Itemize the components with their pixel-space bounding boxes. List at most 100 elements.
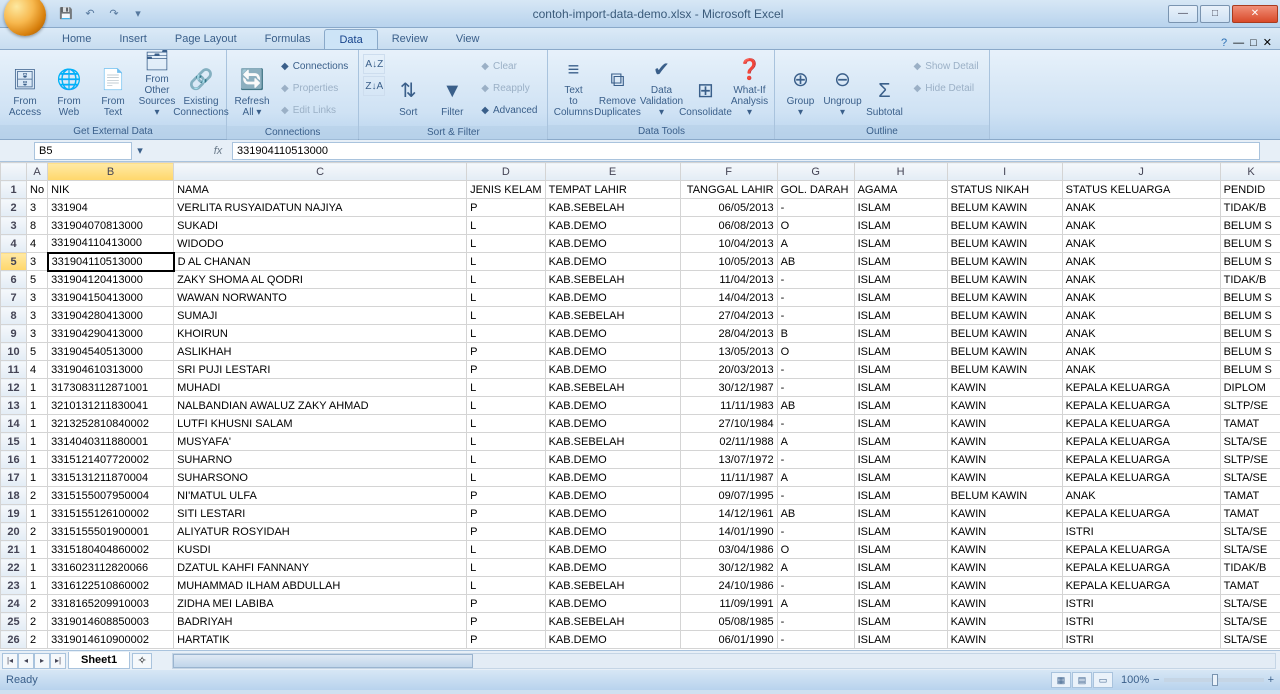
cell-20-4[interactable]: KAB.DEMO	[545, 523, 680, 541]
cell-12-1[interactable]: 3173083112871001	[48, 379, 174, 397]
cell-6-2[interactable]: ZAKY SHOMA AL QODRI	[174, 271, 467, 289]
tab-view[interactable]: View	[442, 29, 494, 49]
cell-header[interactable]: STATUS KELUARGA	[1062, 181, 1220, 199]
subtotal-button[interactable]: ΣSubtotal	[863, 54, 905, 120]
cell-21-9[interactable]: KEPALA KELUARGA	[1062, 541, 1220, 559]
cell-22-8[interactable]: KAWIN	[947, 559, 1062, 577]
cell-19-0[interactable]: 1	[27, 505, 48, 523]
cell-11-2[interactable]: SRI PUJI LESTARI	[174, 361, 467, 379]
row-header-17[interactable]: 17	[1, 469, 27, 487]
cell-header[interactable]: TEMPAT LAHIR	[545, 181, 680, 199]
cell-18-0[interactable]: 2	[27, 487, 48, 505]
cell-3-3[interactable]: L	[467, 217, 546, 235]
cell-11-5[interactable]: 20/03/2013	[680, 361, 777, 379]
cell-19-1[interactable]: 3315155126100002	[48, 505, 174, 523]
cell-7-10[interactable]: BELUM S	[1220, 289, 1280, 307]
cell-2-1[interactable]: 331904	[48, 199, 174, 217]
cell-6-9[interactable]: ANAK	[1062, 271, 1220, 289]
cell-13-3[interactable]: L	[467, 397, 546, 415]
cell-11-6[interactable]: -	[777, 361, 854, 379]
cell-15-0[interactable]: 1	[27, 433, 48, 451]
row-header-1[interactable]: 1	[1, 181, 27, 199]
cell-21-4[interactable]: KAB.DEMO	[545, 541, 680, 559]
cell-14-3[interactable]: L	[467, 415, 546, 433]
cell-19-10[interactable]: TAMAT	[1220, 505, 1280, 523]
cell-26-6[interactable]: -	[777, 631, 854, 649]
what-if-analysis--button[interactable]: ❓What-IfAnalysis ▾	[728, 54, 770, 120]
cell-17-10[interactable]: SLTA/SE	[1220, 469, 1280, 487]
col-header-J[interactable]: J	[1062, 163, 1220, 181]
cell-11-8[interactable]: BELUM KAWIN	[947, 361, 1062, 379]
cell-25-8[interactable]: KAWIN	[947, 613, 1062, 631]
cell-17-6[interactable]: A	[777, 469, 854, 487]
cell-21-5[interactable]: 03/04/1986	[680, 541, 777, 559]
cell-22-10[interactable]: TIDAK/B	[1220, 559, 1280, 577]
row-header-5[interactable]: 5	[1, 253, 27, 271]
cell-10-4[interactable]: KAB.DEMO	[545, 343, 680, 361]
cell-6-3[interactable]: L	[467, 271, 546, 289]
cell-24-6[interactable]: A	[777, 595, 854, 613]
col-header-A[interactable]: A	[27, 163, 48, 181]
cell-16-0[interactable]: 1	[27, 451, 48, 469]
ungroup--button[interactable]: ⊖Ungroup▾	[821, 54, 863, 120]
cell-25-6[interactable]: -	[777, 613, 854, 631]
cell-8-2[interactable]: SUMAJI	[174, 307, 467, 325]
col-header-C[interactable]: C	[174, 163, 467, 181]
cell-12-4[interactable]: KAB.SEBELAH	[545, 379, 680, 397]
cell-14-0[interactable]: 1	[27, 415, 48, 433]
cell-11-4[interactable]: KAB.DEMO	[545, 361, 680, 379]
cell-3-9[interactable]: ANAK	[1062, 217, 1220, 235]
cell-6-6[interactable]: -	[777, 271, 854, 289]
cell-21-2[interactable]: KUSDI	[174, 541, 467, 559]
row-header-26[interactable]: 26	[1, 631, 27, 649]
cell-17-5[interactable]: 11/11/1987	[680, 469, 777, 487]
cell-8-9[interactable]: ANAK	[1062, 307, 1220, 325]
cell-26-8[interactable]: KAWIN	[947, 631, 1062, 649]
cell-13-1[interactable]: 3210131211830041	[48, 397, 174, 415]
close-button[interactable]: ✕	[1232, 5, 1278, 23]
cell-9-1[interactable]: 331904290413000	[48, 325, 174, 343]
fx-button[interactable]: fx	[208, 142, 228, 160]
qat-redo-icon[interactable]: ↷	[104, 5, 124, 23]
cell-8-7[interactable]: ISLAM	[854, 307, 947, 325]
cell-26-9[interactable]: ISTRI	[1062, 631, 1220, 649]
refresh-all-button[interactable]: 🔄Refresh All ▾	[231, 54, 273, 120]
row-header-19[interactable]: 19	[1, 505, 27, 523]
cell-9-9[interactable]: ANAK	[1062, 325, 1220, 343]
cell-2-5[interactable]: 06/05/2013	[680, 199, 777, 217]
row-header-10[interactable]: 10	[1, 343, 27, 361]
cell-20-2[interactable]: ALIYATUR ROSYIDAH	[174, 523, 467, 541]
cell-16-5[interactable]: 13/07/1972	[680, 451, 777, 469]
cell-18-1[interactable]: 3315155007950004	[48, 487, 174, 505]
cell-15-9[interactable]: KEPALA KELUARGA	[1062, 433, 1220, 451]
row-header-2[interactable]: 2	[1, 199, 27, 217]
row-header-7[interactable]: 7	[1, 289, 27, 307]
cell-12-0[interactable]: 1	[27, 379, 48, 397]
cell-17-4[interactable]: KAB.DEMO	[545, 469, 680, 487]
cell-13-8[interactable]: KAWIN	[947, 397, 1062, 415]
cell-14-8[interactable]: KAWIN	[947, 415, 1062, 433]
cell-10-9[interactable]: ANAK	[1062, 343, 1220, 361]
qat-save-icon[interactable]: 💾	[56, 5, 76, 23]
cell-2-3[interactable]: P	[467, 199, 546, 217]
cell-26-0[interactable]: 2	[27, 631, 48, 649]
close-workbook-button[interactable]: ✕	[1263, 36, 1272, 49]
cell-4-7[interactable]: ISLAM	[854, 235, 947, 253]
cell-4-6[interactable]: A	[777, 235, 854, 253]
cell-6-4[interactable]: KAB.SEBELAH	[545, 271, 680, 289]
cell-19-3[interactable]: P	[467, 505, 546, 523]
sort-button[interactable]: ⇅Sort	[387, 54, 429, 120]
cell-24-7[interactable]: ISLAM	[854, 595, 947, 613]
from-access-button[interactable]: 🗄FromAccess	[4, 54, 46, 120]
cell-24-3[interactable]: P	[467, 595, 546, 613]
cell-10-2[interactable]: ASLIKHAH	[174, 343, 467, 361]
cell-23-0[interactable]: 1	[27, 577, 48, 595]
row-header-8[interactable]: 8	[1, 307, 27, 325]
cell-26-4[interactable]: KAB.DEMO	[545, 631, 680, 649]
cell-header[interactable]: PENDID	[1220, 181, 1280, 199]
cell-20-6[interactable]: -	[777, 523, 854, 541]
cell-12-6[interactable]: -	[777, 379, 854, 397]
cell-15-2[interactable]: MUSYAFA'	[174, 433, 467, 451]
cell-10-10[interactable]: BELUM S	[1220, 343, 1280, 361]
cell-4-8[interactable]: BELUM KAWIN	[947, 235, 1062, 253]
